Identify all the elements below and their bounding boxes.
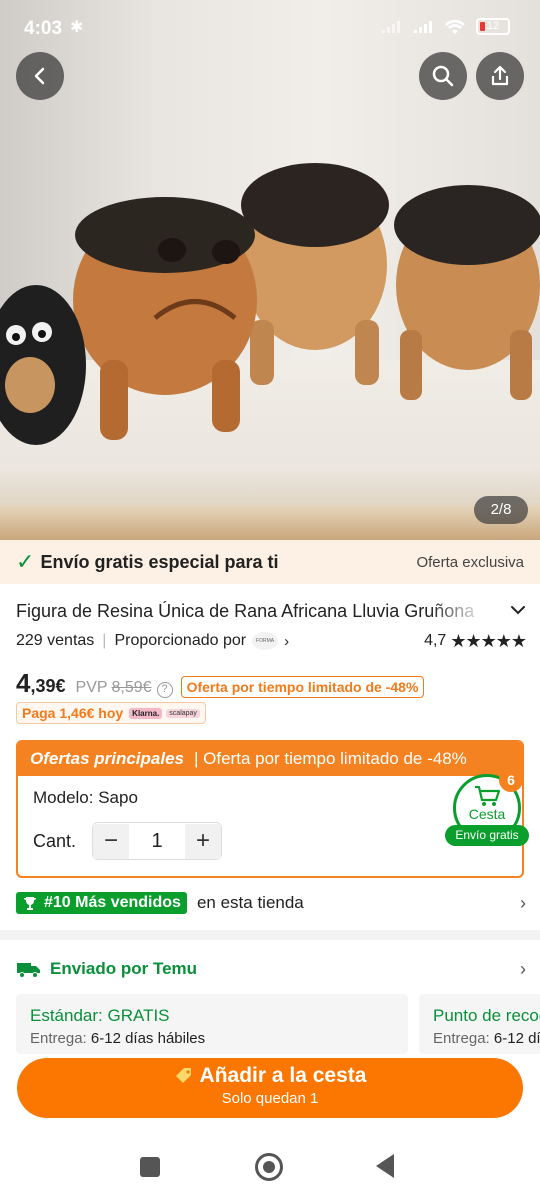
cart-label: Cesta — [468, 806, 506, 822]
offers-heading: Ofertas principales — [30, 749, 185, 768]
status-bar: 4:03 ✱ 12 — [0, 0, 540, 56]
klarna-logo: Klarna. — [129, 707, 163, 719]
provided-by-label: Proporcionado por — [114, 632, 247, 649]
battery-icon: 12 — [476, 18, 510, 35]
rating-value: 4,7 — [424, 632, 447, 649]
installment-text: Paga 1,46€ hoy — [22, 705, 124, 721]
pickup-shipping-title: Punto de recogida — [433, 1006, 540, 1025]
quantity-value[interactable]: 1 — [129, 830, 185, 853]
section-divider — [0, 930, 540, 940]
product-meta-row: 229 ventas | Proporcionado por FORMA › 4… — [16, 630, 527, 652]
chevron-down-icon[interactable] — [510, 602, 526, 620]
price-row: 4 ,39€ PVP 8,59€ ? Oferta por tiempo lim… — [16, 668, 536, 700]
home-icon[interactable] — [255, 1153, 283, 1181]
free-shipping-banner: ✓ Envío gratis especial para ti Oferta e… — [0, 540, 540, 584]
tag-icon — [175, 1068, 191, 1083]
standard-delivery-days: 6-12 días hábiles — [90, 1030, 206, 1047]
cart-icon — [475, 785, 501, 806]
installment-payment-chip[interactable]: Paga 1,46€ hoy Klarna. scalapay — [16, 702, 206, 724]
bestseller-tag: #10 Más vendidos — [16, 892, 187, 914]
shipping-option-standard[interactable]: Estándar: GRATIS Entrega: 6-12 días hábi… — [16, 994, 408, 1054]
signal-muted-icon — [382, 20, 400, 33]
standard-delivery-label: Entrega: — [30, 1030, 87, 1047]
product-page: 4:03 ✱ 12 2/8 ✓ Envío gratis especial pa… — [0, 0, 540, 1200]
bestseller-row[interactable]: #10 Más vendidos en esta tienda › — [16, 890, 526, 916]
info-icon[interactable]: ? — [156, 682, 173, 698]
check-icon: ✓ — [16, 549, 35, 574]
shipping-title: Enviado por Temu — [50, 959, 198, 978]
chevron-right-icon: › — [284, 632, 290, 650]
recent-apps-icon[interactable] — [140, 1157, 160, 1177]
product-title-row[interactable]: Figura de Resina Única de Rana Africana … — [16, 598, 526, 624]
scalapay-logo: scalapay — [166, 708, 200, 718]
chevron-right-icon: › — [520, 958, 526, 979]
product-image[interactable]: 4:03 ✱ 12 2/8 — [0, 0, 540, 540]
add-to-cart-button[interactable]: Añadir a la cesta Solo quedan 1 — [17, 1058, 523, 1118]
pvp-old-price: 8,59€ — [111, 679, 152, 696]
price-integer: 4 — [16, 668, 31, 698]
decrease-button[interactable]: − — [93, 823, 130, 859]
quantity-row: Cant. − 1 + — [33, 822, 223, 860]
product-title: Figura de Resina Única de Rana Africana … — [16, 600, 475, 621]
cart-button[interactable]: Cesta 6 Envío gratis — [445, 768, 529, 850]
shipping-option-pickup[interactable]: Punto de recogida Entrega: 6-12 días háb… — [419, 994, 540, 1054]
share-icon — [491, 65, 509, 86]
free-shipping-label: ✓ Envío gratis especial para ti — [16, 549, 279, 575]
model-selector[interactable]: Modelo: Sapo — [33, 788, 138, 808]
chevron-right-icon: › — [520, 892, 526, 913]
pvp-label: PVP — [75, 679, 108, 696]
add-to-cart-label: Añadir a la cesta — [199, 1064, 367, 1087]
provided-by-link[interactable]: Proporcionado por FORMA › — [114, 632, 289, 650]
standard-shipping-title: Estándar: GRATIS — [30, 1006, 170, 1025]
notification-icon: ✱ — [70, 19, 84, 36]
cart-free-shipping-pill: Envío gratis — [445, 825, 529, 846]
price-decimal: ,39€ — [30, 676, 66, 696]
increase-button[interactable]: + — [185, 823, 222, 859]
battery-level: 12 — [486, 20, 500, 32]
meta-separator: | — [102, 632, 107, 649]
system-nav-bar — [0, 1130, 540, 1200]
share-button[interactable] — [476, 52, 524, 100]
stock-left-label: Solo quedan 1 — [221, 1090, 319, 1107]
limited-offer-chip: Oferta por tiempo limitado de -48% — [180, 676, 425, 698]
brand-logo: FORMA — [252, 632, 279, 650]
signal-icon — [414, 20, 432, 33]
quantity-label: Cant. — [33, 830, 77, 851]
truck-icon — [17, 963, 40, 978]
free-shipping-text: Envío gratis especial para ti — [40, 551, 279, 572]
exclusive-offer-label: Oferta exclusiva — [416, 553, 524, 571]
trophy-icon — [24, 897, 36, 910]
add-to-cart-main: Añadir a la cesta — [17, 1064, 523, 1088]
bestseller-text: en esta tienda — [196, 893, 304, 912]
pickup-delivery: Entrega: 6-12 días hábiles — [433, 1030, 540, 1047]
star-rating-icons: ★★★★★ — [450, 630, 527, 651]
standard-delivery: Entrega: 6-12 días hábiles — [30, 1030, 394, 1047]
pickup-delivery-label: Entrega: — [433, 1030, 490, 1047]
cart-count-badge: 6 — [499, 768, 523, 792]
pickup-delivery-days: 6-12 días hábiles — [493, 1030, 540, 1047]
shipping-header[interactable]: Enviado por Temu › — [16, 955, 526, 983]
status-time: 4:03 — [24, 18, 63, 39]
search-icon — [432, 65, 454, 87]
bestseller-tag-text: #10 Más vendidos — [44, 894, 181, 911]
image-pager: 2/8 — [474, 496, 528, 524]
wifi-icon — [445, 19, 465, 34]
back-triangle-icon[interactable] — [376, 1154, 394, 1178]
quantity-stepper: − 1 + — [92, 822, 223, 860]
chevron-left-icon — [34, 67, 45, 85]
back-button[interactable] — [16, 52, 64, 100]
search-button[interactable] — [419, 52, 467, 100]
sales-count: 229 ventas — [16, 632, 95, 649]
offers-heading-offer: | Oferta por tiempo limitado de -48% — [194, 749, 467, 768]
status-icons: 12 — [380, 18, 510, 35]
rating[interactable]: 4,7 ★★★★★ — [424, 630, 527, 652]
